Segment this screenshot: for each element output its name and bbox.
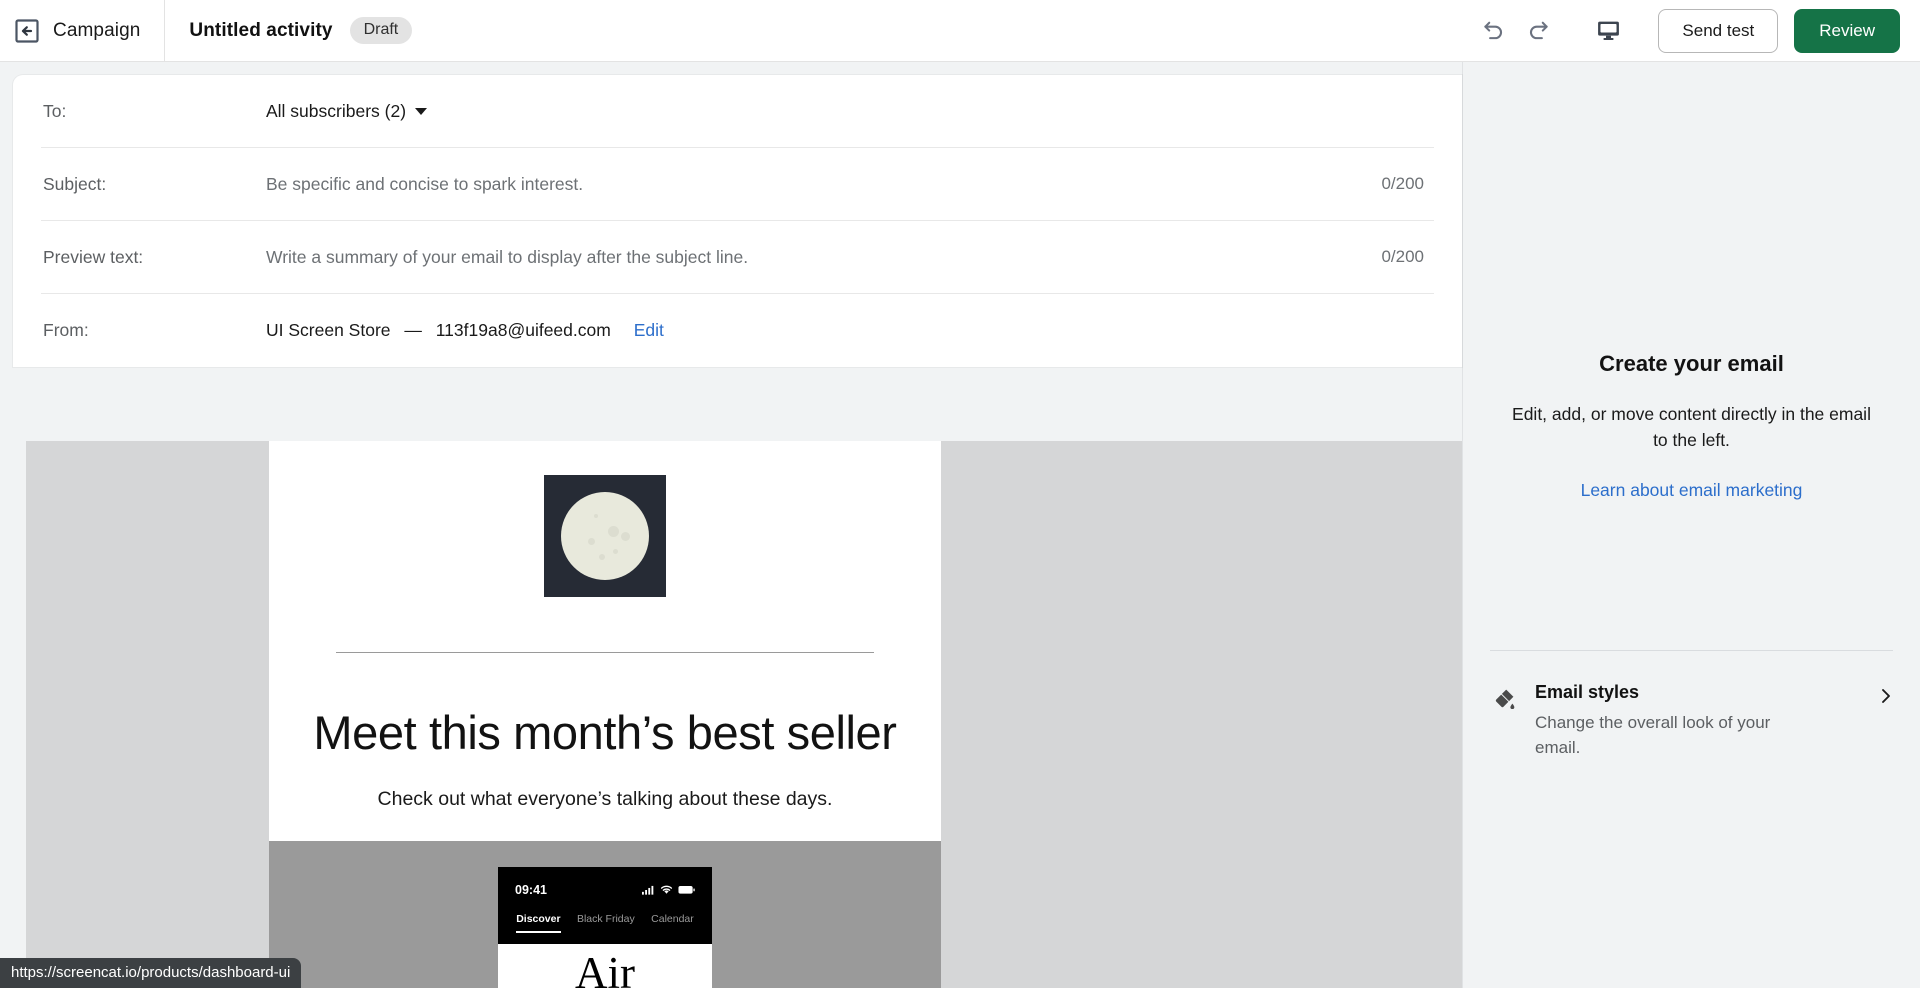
editor-body: To: All subscribers (2) Subject: Be spec… bbox=[0, 62, 1920, 988]
phone-status-icons bbox=[642, 885, 695, 895]
page-title: Untitled activity bbox=[189, 19, 333, 41]
email-canvas[interactable]: Meet this month’s best seller Check out … bbox=[13, 441, 1462, 988]
back-label: Campaign bbox=[53, 19, 141, 41]
learn-about-email-marketing-link[interactable]: Learn about email marketing bbox=[1581, 480, 1803, 501]
preview-text-input[interactable]: Write a summary of your email to display… bbox=[266, 247, 1381, 268]
from-separator: — bbox=[404, 320, 422, 340]
email-styles-text: Email styles Change the overall look of … bbox=[1535, 682, 1858, 760]
preview-text-label: Preview text: bbox=[43, 246, 144, 267]
top-toolbar: Campaign Untitled activity Draft Send te… bbox=[0, 0, 1920, 62]
chevron-right-icon[interactable] bbox=[1876, 686, 1896, 711]
subject-counter: 0/200 bbox=[1381, 174, 1424, 193]
battery-icon bbox=[678, 886, 695, 894]
wifi-icon bbox=[660, 885, 673, 894]
from-label: From: bbox=[43, 320, 89, 340]
cellular-signal-icon bbox=[642, 885, 654, 895]
from-value: UI Screen Store — 113f19a8@uifeed.com Ed… bbox=[266, 320, 1432, 341]
moon-logo-icon bbox=[544, 475, 666, 597]
arrow-left-square-icon[interactable] bbox=[14, 18, 40, 44]
desktop-monitor-icon bbox=[1596, 18, 1621, 43]
chevron-down-icon bbox=[415, 107, 428, 115]
sidebar-title: Create your email bbox=[1599, 351, 1784, 376]
subject-label: Subject: bbox=[43, 173, 107, 194]
phone-tab-bar: Discover Black Friday Calendar bbox=[498, 913, 712, 944]
phone-content: Air NOSDAY bbox=[498, 944, 712, 988]
back-to-campaign-button[interactable]: Campaign bbox=[14, 0, 164, 61]
subject-input[interactable]: Be specific and concise to spark interes… bbox=[266, 174, 1381, 195]
preview-text-counter: 0/200 bbox=[1381, 247, 1424, 266]
phone-tab-discover: Discover bbox=[516, 913, 561, 933]
sidebar-intro: Create your email Edit, add, or move con… bbox=[1463, 351, 1920, 501]
field-row-to: To: All subscribers (2) bbox=[41, 75, 1434, 148]
recipients-dropdown[interactable]: All subscribers (2) bbox=[266, 100, 428, 122]
right-sidebar: Create your email Edit, add, or move con… bbox=[1462, 62, 1920, 988]
recipients-value: All subscribers (2) bbox=[266, 100, 407, 121]
phone-time: 09:41 bbox=[515, 883, 547, 897]
phone-tab-calendar: Calendar bbox=[651, 913, 694, 925]
sidebar-description: Edit, add, or move content directly in t… bbox=[1512, 404, 1871, 451]
recipients-field[interactable]: All subscribers (2) bbox=[266, 101, 1432, 122]
phone-mockup: 09:41 Discover Black Friday Calendar Air bbox=[498, 867, 712, 988]
email-header-form: To: All subscribers (2) Subject: Be spec… bbox=[13, 75, 1462, 367]
email-top-section[interactable]: Meet this month’s best seller Check out … bbox=[269, 441, 941, 841]
email-divider bbox=[336, 652, 874, 653]
redo-button[interactable] bbox=[1516, 9, 1560, 53]
email-styles-title: Email styles bbox=[1535, 682, 1640, 702]
status-bar-url: https://screencat.io/products/dashboard-… bbox=[0, 958, 302, 988]
review-button[interactable]: Review bbox=[1794, 8, 1900, 53]
undo-button[interactable] bbox=[1472, 9, 1516, 53]
email-logo-block[interactable] bbox=[269, 475, 941, 597]
undo-icon bbox=[1481, 18, 1507, 44]
toolbar-actions: Send test Review bbox=[1472, 8, 1900, 53]
redo-icon bbox=[1525, 18, 1551, 44]
sidebar-item-email-styles[interactable]: Email styles Change the overall look of … bbox=[1491, 682, 1896, 760]
phone-status-bar: 09:41 bbox=[498, 867, 712, 913]
email-styles-description: Change the overall look of your email. bbox=[1535, 713, 1771, 757]
email-heading[interactable]: Meet this month’s best seller bbox=[269, 706, 941, 760]
preview-device-button[interactable] bbox=[1586, 9, 1630, 53]
sender-name: UI Screen Store bbox=[266, 320, 391, 340]
paint-brush-icon bbox=[1491, 686, 1517, 717]
email-image-section[interactable]: 09:41 Discover Black Friday Calendar Air bbox=[269, 841, 941, 988]
phone-headline-top: Air bbox=[575, 948, 635, 988]
to-label: To: bbox=[43, 100, 67, 121]
sender-email: 113f19a8@uifeed.com bbox=[435, 320, 611, 340]
email-preview[interactable]: Meet this month’s best seller Check out … bbox=[269, 441, 941, 988]
field-row-preview-text: Preview text: Write a summary of your em… bbox=[41, 221, 1434, 294]
email-subheading[interactable]: Check out what everyone’s talking about … bbox=[269, 788, 941, 811]
sidebar-divider bbox=[1490, 650, 1893, 651]
status-badge: Draft bbox=[349, 17, 413, 44]
moon-shape bbox=[561, 492, 649, 580]
editor-left-column: To: All subscribers (2) Subject: Be spec… bbox=[0, 62, 1462, 988]
email-campaign-editor: Campaign Untitled activity Draft Send te… bbox=[0, 0, 1920, 988]
edit-from-link[interactable]: Edit bbox=[634, 320, 664, 340]
document-title-group: Untitled activity Draft bbox=[165, 17, 413, 44]
send-test-button[interactable]: Send test bbox=[1658, 8, 1779, 53]
field-row-from: From: UI Screen Store — 113f19a8@uifeed.… bbox=[41, 294, 1434, 367]
phone-tab-black-friday: Black Friday bbox=[576, 913, 635, 925]
canvas-left-gutter bbox=[13, 441, 26, 988]
field-row-subject: Subject: Be specific and concise to spar… bbox=[41, 148, 1434, 221]
